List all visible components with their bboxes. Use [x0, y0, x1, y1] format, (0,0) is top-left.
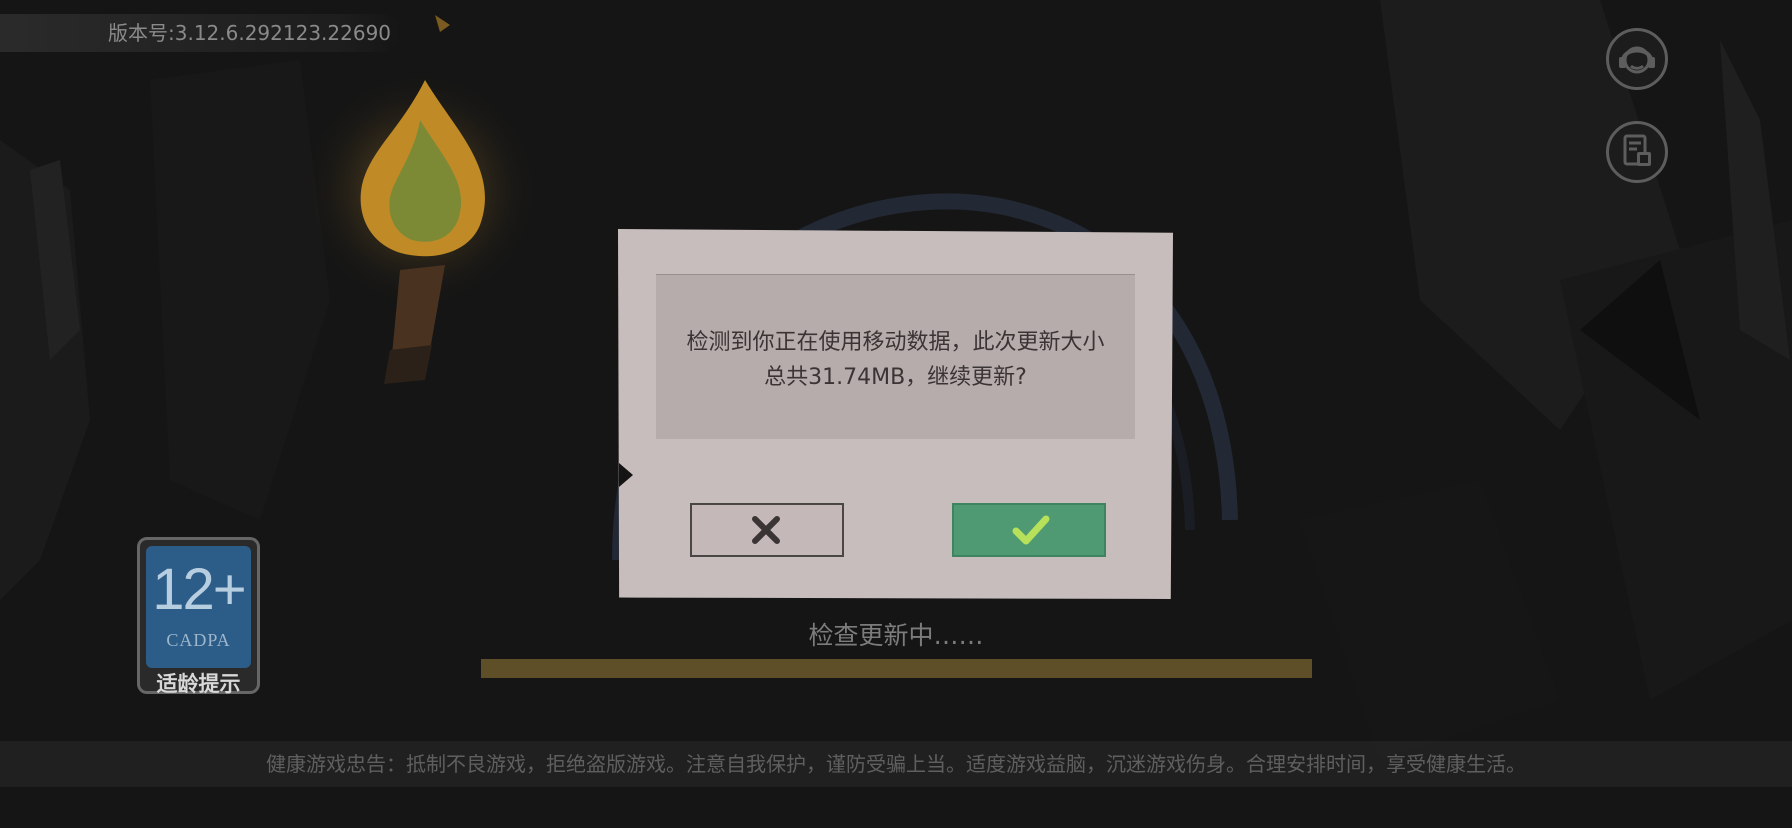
- headset-icon: [1619, 46, 1655, 74]
- dialog-message-line1: 检测到你正在使用移动数据，此次更新大小: [686, 330, 1105, 355]
- age-rating-org: CADPA: [166, 630, 231, 650]
- age-rating-panel: 12+ CADPA: [146, 546, 251, 668]
- update-status-text: 检查更新中……: [808, 621, 984, 650]
- dialog-message-box: 检测到你正在使用移动数据，此次更新大小 总共31.74MB，继续更新?: [656, 274, 1135, 439]
- version-label: 版本号:3.12.6.292123.22690: [0, 14, 400, 52]
- age-rating-badge: 12+ CADPA 适龄提示: [137, 537, 260, 696]
- age-rating-label: 适龄提示: [156, 672, 241, 696]
- checkmark-icon: [1012, 515, 1050, 545]
- update-progress-fill: [481, 659, 1312, 678]
- customer-service-button[interactable]: [1606, 28, 1668, 90]
- dialog-message-line2: 总共31.74MB，继续更新?: [764, 365, 1027, 390]
- file-repair-icon: [1623, 134, 1651, 166]
- age-rating-number: 12+: [152, 557, 246, 622]
- health-notice: 健康游戏忠告：抵制不良游戏，拒绝盗版游戏。注意自我保护，谨防受骗上当。适度游戏益…: [0, 741, 1792, 787]
- dialog-notch: [619, 463, 633, 487]
- game-scene: 版本号:3.12.6.292123.22690 12+ CADPA 适龄提示 检…: [0, 0, 1792, 828]
- confirm-button[interactable]: [952, 503, 1106, 557]
- cancel-button[interactable]: [690, 503, 844, 557]
- close-icon: [752, 516, 780, 544]
- update-progress-bar: [481, 659, 1312, 678]
- repair-button[interactable]: [1606, 121, 1668, 183]
